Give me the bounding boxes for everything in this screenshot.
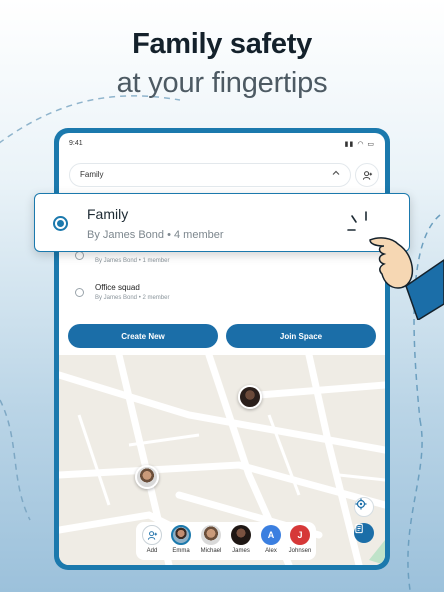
add-member-button[interactable]: [355, 163, 379, 187]
member-michael[interactable]: Michael: [195, 525, 227, 554]
radio-button-selected[interactable]: [53, 216, 68, 231]
space-selector-label: Family: [80, 170, 104, 179]
space-row-office-squad[interactable]: Office squad By James Bond • 2 member: [75, 281, 365, 311]
member-bar: Add Emma Michael James A Alex J Johnsen: [136, 522, 316, 560]
pointing-hand-illustration: [347, 211, 444, 320]
add-member-avatar[interactable]: [142, 525, 162, 545]
avatar-initial[interactable]: A: [261, 525, 281, 545]
status-time: 9:41: [69, 140, 83, 147]
member-johnsen[interactable]: J Johnsen: [284, 525, 316, 554]
selected-space-subtitle: By James Bond • 4 member: [87, 229, 224, 241]
avatar-initial[interactable]: J: [290, 525, 310, 545]
member-label: James: [232, 548, 250, 554]
join-space-button[interactable]: Join Space: [226, 324, 376, 348]
radio-button[interactable]: [75, 288, 84, 297]
space-row-name: Office squad: [95, 283, 140, 292]
member-emma[interactable]: Emma: [165, 525, 197, 554]
radio-dot: [57, 220, 64, 227]
chevron-up-icon: [332, 169, 340, 179]
space-row-subtitle: By James Bond • 2 member: [95, 295, 170, 301]
headline-subtitle: at your fingertips: [116, 67, 328, 99]
crosshair-icon: [355, 498, 367, 510]
member-alex[interactable]: A Alex: [255, 525, 287, 554]
member-label: Michael: [200, 548, 222, 554]
signal-icon: ▮▮: [344, 141, 355, 148]
space-selector[interactable]: Family: [69, 163, 351, 187]
status-bar: 9:41 ▮▮ ◠ ▭: [69, 140, 375, 150]
avatar[interactable]: [171, 525, 191, 545]
avatar[interactable]: [231, 525, 251, 545]
headline-title: Family safety: [132, 28, 312, 60]
member-add[interactable]: Add: [136, 525, 168, 554]
member-info-button[interactable]: [354, 523, 374, 543]
radio-button[interactable]: [75, 251, 84, 260]
member-james[interactable]: James: [225, 525, 257, 554]
add-person-icon: [147, 530, 157, 540]
map-avatar-james[interactable]: [238, 385, 262, 409]
member-label: Alex: [265, 548, 277, 554]
battery-icon: ▭: [367, 141, 375, 148]
headline: Family safety at your fingertips: [0, 28, 444, 100]
member-label: Add: [146, 548, 158, 554]
locate-button[interactable]: [354, 497, 374, 517]
space-row-subtitle: By James Bond • 1 member: [95, 258, 170, 264]
avatar[interactable]: [201, 525, 221, 545]
add-person-icon: [362, 170, 372, 180]
status-icons: ▮▮ ◠ ▭: [345, 140, 375, 148]
selected-space-name: Family: [87, 206, 129, 222]
wifi-icon: ◠: [357, 141, 365, 148]
create-new-button[interactable]: Create New: [68, 324, 218, 348]
document-icon: [355, 523, 363, 534]
member-label: Emma: [172, 548, 190, 554]
member-label: Johnsen: [288, 548, 312, 554]
map-avatar-michael[interactable]: [135, 465, 159, 489]
